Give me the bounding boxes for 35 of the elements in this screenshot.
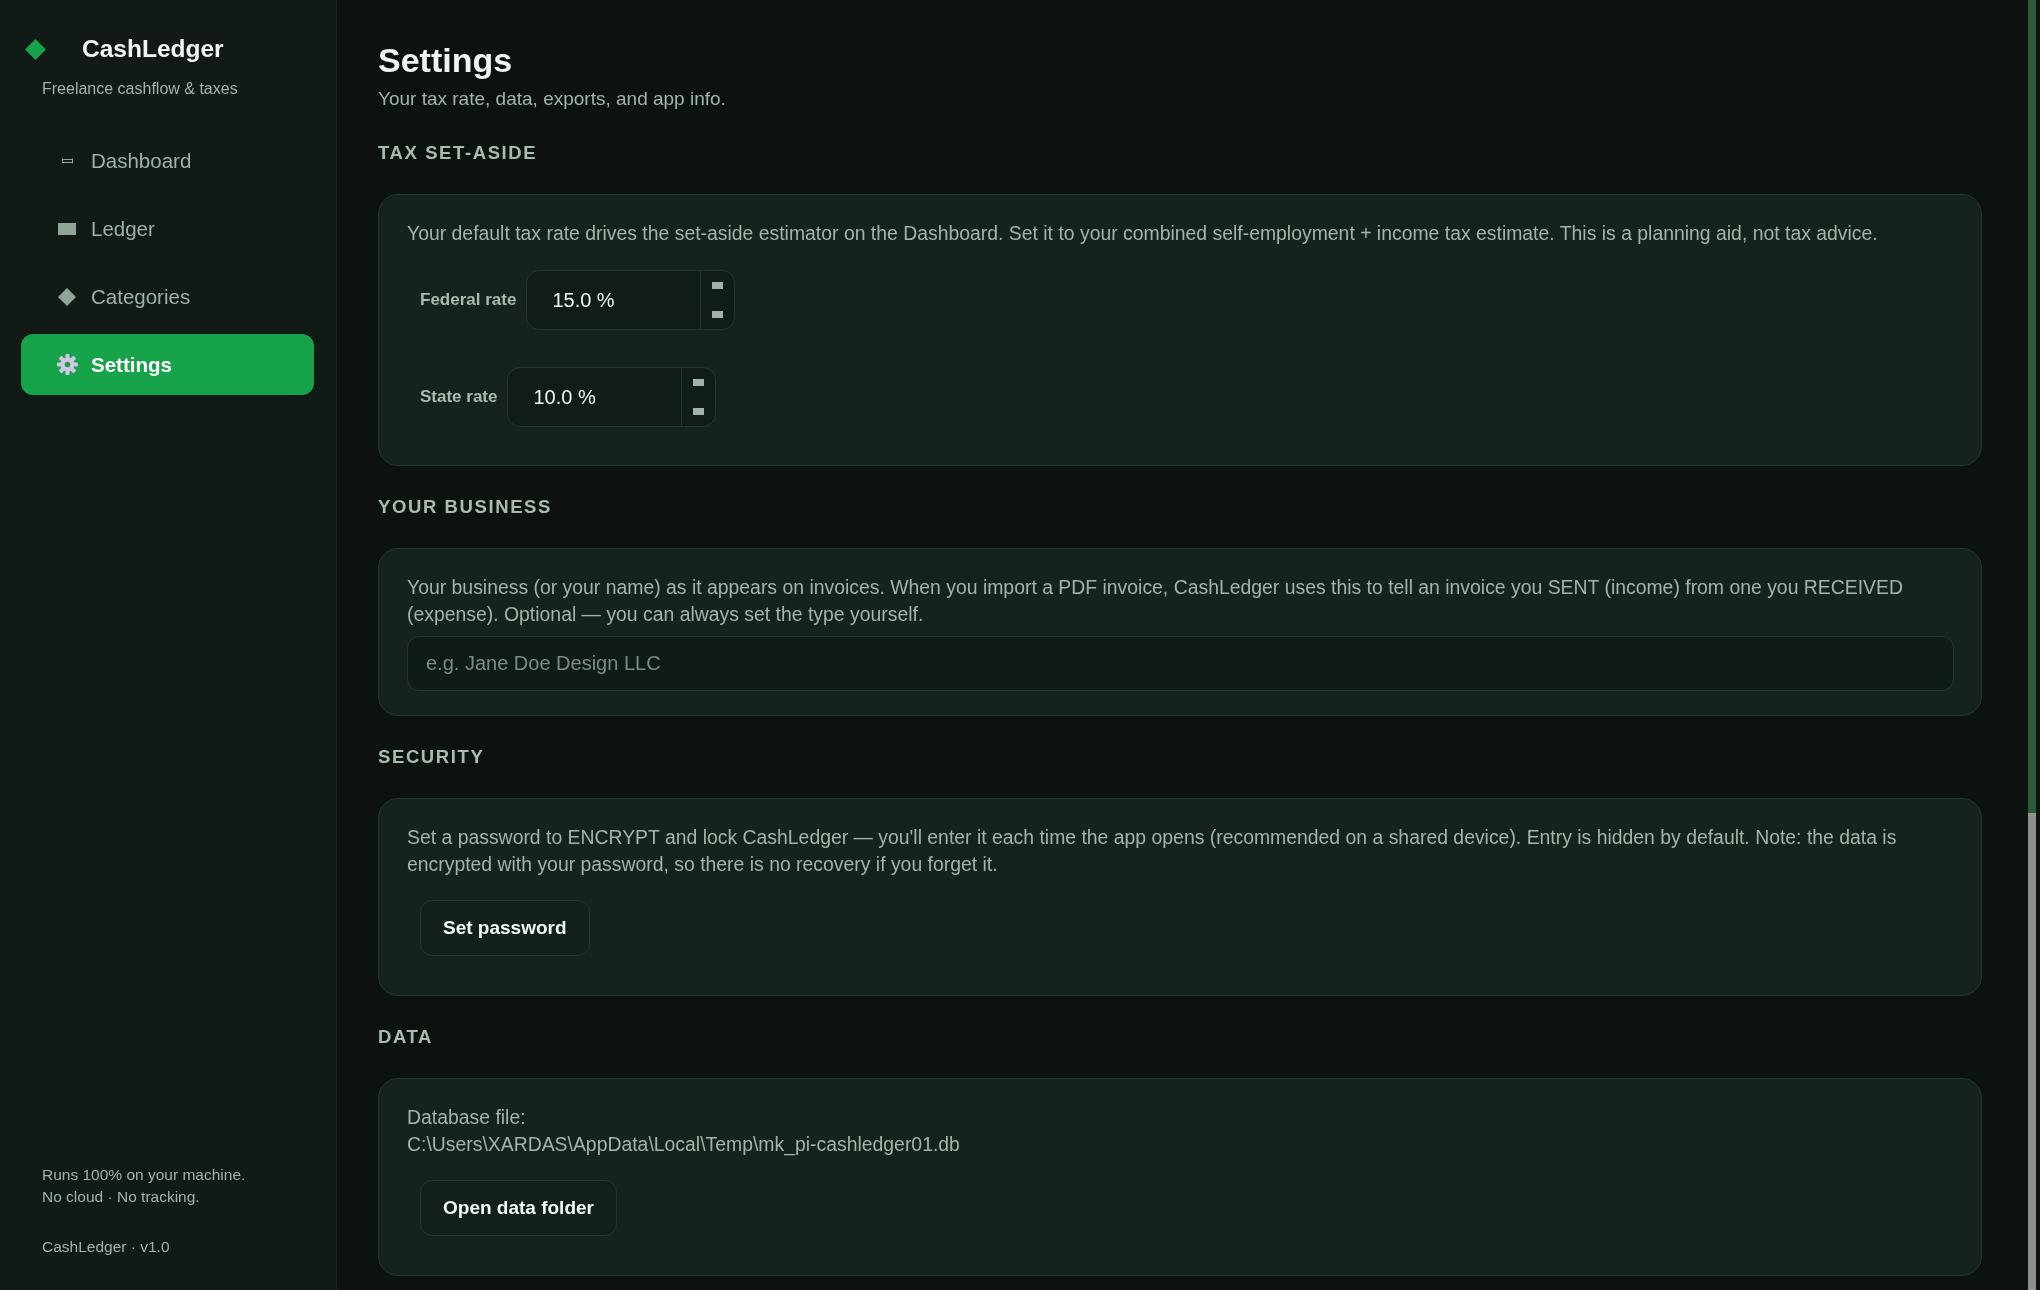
business-name-input[interactable]: e.g. Jane Doe Design LLC	[407, 636, 1954, 691]
gear-icon	[56, 354, 78, 375]
section-description: Your default tax rate drives the set-aside estimator on the Dashboard. Set it to your combined self-employment + income tax estimate. This is a planning aid, not tax advice.	[407, 221, 1879, 246]
app-tagline: Freelance cashflow & taxes	[41, 80, 239, 98]
dash-icon	[712, 311, 724, 318]
bars-icon	[61, 156, 73, 165]
page-subtitle: Your tax rate, data, exports, and app info.	[378, 87, 727, 111]
page-title: Settings	[378, 40, 514, 81]
dash-icon	[693, 379, 705, 386]
open-folder-button[interactable]: Open data folder	[420, 1180, 617, 1236]
privacy-note: Runs 100% on your machine. No cloud · No tracking.	[42, 1165, 247, 1207]
diamond-logo-icon	[25, 38, 46, 60]
rate-input[interactable]: 15.0 %	[526, 270, 736, 330]
rectangle-icon	[58, 222, 76, 235]
set-password-button[interactable]: Set password	[420, 900, 590, 956]
rate-input[interactable]: 10.0 %	[507, 367, 717, 427]
section-description: Your business (or your name) as it appears on invoices. When you import a PDF invoice, CashLedger uses this to tell an invoice you SENT (income) from one you RECEIVED (expense). Optional — you can always set the type yourself.	[407, 575, 1904, 627]
section-heading: TAX SET-ASIDE	[378, 141, 539, 165]
dash-icon	[693, 408, 705, 415]
version-label: CashLedger · v1.0	[42, 1238, 171, 1256]
file-label: Database file:	[407, 1105, 527, 1130]
section-heading: YOUR BUSINESS	[378, 495, 553, 519]
section-description: Set a password to ENCRYPT and lock CashLedger — you'll enter it each time the app opens (recommended on a shared device). Entry is hidden by default. Note: the data is encrypted with your password, so there is no recovery if you forget it.	[407, 825, 1898, 877]
section-heading: SECURITY	[378, 745, 486, 769]
field-label: Federal rate	[420, 290, 517, 310]
scrollbar[interactable]	[2028, 0, 2036, 1290]
file-path: C:\Users\XARDAS\AppData\Local\Temp\mk_pi-cashledger01.db	[407, 1132, 961, 1158]
nav-item[interactable]: Categories	[21, 266, 314, 327]
nav-item[interactable]: Dashboard	[21, 130, 314, 191]
app-name: CashLedger	[82, 35, 224, 63]
section-heading: DATA	[378, 1025, 435, 1049]
nav-item[interactable]: Ledger	[21, 198, 314, 259]
diamond-icon	[58, 287, 76, 306]
field-label: State rate	[420, 387, 498, 407]
dash-icon	[712, 282, 724, 289]
